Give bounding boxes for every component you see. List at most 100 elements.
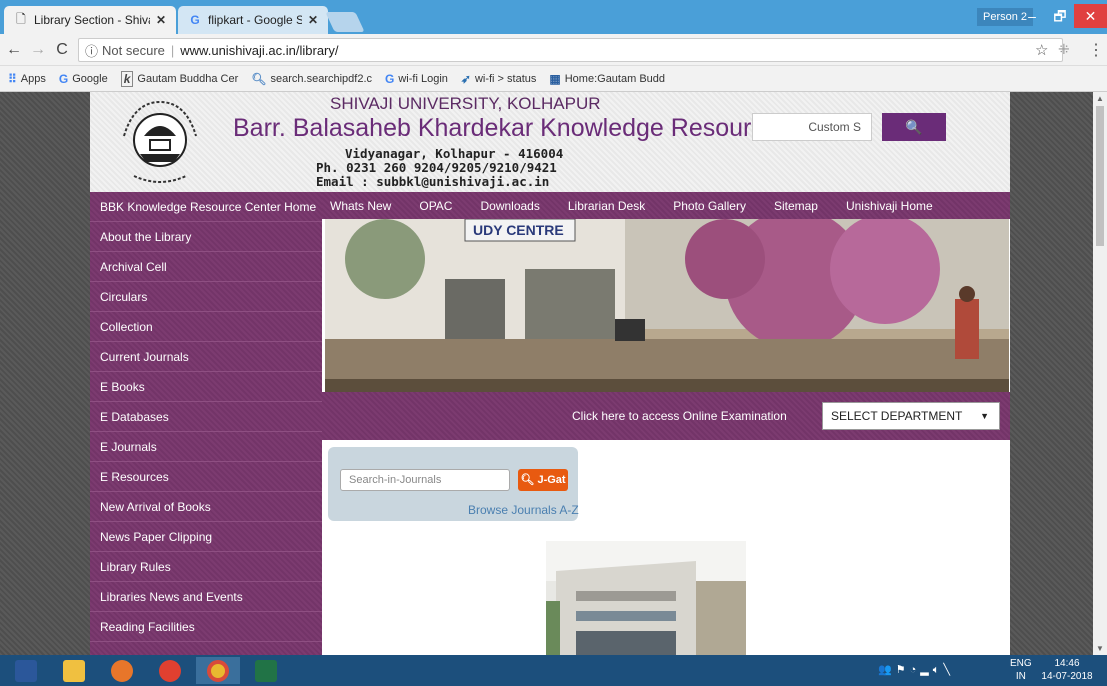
- bookmark-wifi-status[interactable]: ➶ wi-fi > status: [461, 72, 537, 86]
- close-icon[interactable]: ✕: [156, 13, 166, 27]
- taskbar-chrome[interactable]: [196, 657, 240, 684]
- taskbar-opera[interactable]: [148, 657, 192, 684]
- sidebar-item-archival-cell[interactable]: Archival Cell: [90, 252, 322, 282]
- sidebar-item-current-journals[interactable]: Current Journals: [90, 342, 322, 372]
- department-select-value: SELECT DEPARTMENT: [831, 409, 963, 423]
- sidebar-item-reading-facilities[interactable]: Reading Facilities: [90, 612, 322, 642]
- security-label: Not secure: [102, 42, 165, 58]
- browse-journals-link[interactable]: Browse Journals A-Z: [468, 503, 579, 517]
- people-icon[interactable]: 👥: [878, 664, 896, 676]
- jgate-button-label: J-Gat: [537, 474, 566, 486]
- jgate-search-box: Search-in-Journals 🔍︎ J-Gat Browse Journ…: [328, 447, 579, 521]
- tab-title: Library Section - Shivaji U: [34, 13, 150, 27]
- taskbar-excel[interactable]: [244, 657, 288, 684]
- sidebar-item-home[interactable]: BBK Knowledge Resource Center Home: [90, 192, 322, 222]
- info-icon[interactable]: ⓘ: [85, 41, 98, 60]
- taskbar-word[interactable]: [4, 657, 48, 684]
- taskbar-firefox[interactable]: [100, 657, 144, 684]
- back-arrow-icon[interactable]: ←: [4, 40, 24, 60]
- sidebar-item-new-arrivals[interactable]: New Arrival of Books: [90, 492, 322, 522]
- google-icon: G: [58, 71, 69, 86]
- sidebar-item-collection[interactable]: Collection: [90, 312, 322, 342]
- bookmark-apps[interactable]: ⠿ Apps: [8, 72, 46, 86]
- nav-sitemap[interactable]: Sitemap: [774, 199, 818, 213]
- folder-icon: [63, 659, 85, 682]
- flag-icon[interactable]: ⚑: [896, 664, 910, 676]
- new-tab-button[interactable]: [325, 12, 365, 32]
- url-text: www.unishivaji.ac.in/library/: [180, 42, 339, 58]
- sidebar-item-about[interactable]: About the Library: [90, 222, 322, 252]
- banner-sign-text: UDY CENTRE: [473, 222, 564, 238]
- nav-opac[interactable]: OPAC: [419, 199, 452, 213]
- nav-unishivaji-home[interactable]: Unishivaji Home: [846, 199, 933, 213]
- bookmark-label: wi-fi > status: [474, 72, 537, 85]
- journal-search-input[interactable]: Search-in-Journals: [340, 469, 510, 491]
- bird-icon: ➶: [460, 71, 471, 86]
- taskbar-file-explorer[interactable]: [52, 657, 96, 684]
- system-tray[interactable]: 👥⚑◔▂🔈︎╲: [878, 663, 954, 677]
- search-button[interactable]: 🔍: [882, 113, 946, 141]
- bookmark-wifi-login[interactable]: G wi-fi Login: [385, 72, 448, 86]
- signal-icon[interactable]: ▂: [920, 664, 932, 676]
- url-input[interactable]: ⓘ Not secure | www.unishivaji.ac.in/libr…: [78, 38, 1063, 62]
- restore-button[interactable]: 🗗: [1046, 4, 1074, 28]
- department-select[interactable]: SELECT DEPARTMENT ▼: [822, 402, 1000, 430]
- page-viewport: SHIVAJI UNIVERSITY, KOLHAPUR Barr. Balas…: [0, 92, 1093, 655]
- custom-search-input[interactable]: Custom S: [752, 113, 872, 141]
- bookmark-label: wi-fi Login: [398, 72, 448, 85]
- bookmark-home-gautam[interactable]: ▦ Home:Gautam Budd: [549, 72, 665, 86]
- exam-bar: Click here to access Online Examination …: [322, 392, 1010, 440]
- bookmark-searchipdf[interactable]: 🔍︎ search.searchipdf2.c: [251, 72, 372, 86]
- close-icon[interactable]: ✕: [308, 13, 318, 27]
- scroll-down-icon[interactable]: ▼: [1096, 644, 1104, 653]
- network-icon[interactable]: ╲: [943, 664, 954, 676]
- close-window-button[interactable]: ✕: [1074, 4, 1107, 28]
- banner-photo: UDY CENTRE: [325, 219, 1009, 392]
- sidebar-item-news-events[interactable]: Libraries News and Events: [90, 582, 322, 612]
- reload-icon[interactable]: C: [52, 40, 72, 60]
- menu-icon[interactable]: ⋮: [1088, 40, 1104, 60]
- scroll-up-icon[interactable]: ▲: [1096, 94, 1104, 103]
- minimize-button[interactable]: –: [1018, 4, 1046, 28]
- bookmark-label: search.searchipdf2.c: [270, 72, 373, 85]
- nav-photo-gallery[interactable]: Photo Gallery: [673, 199, 746, 213]
- browser-tab-strip: 🗋 Library Section - Shivaji U ✕ G flipka…: [0, 0, 1107, 34]
- clock[interactable]: 14:46 14-07-2018: [1040, 657, 1094, 683]
- language-indicator[interactable]: ENG IN: [1010, 657, 1032, 683]
- opera-icon: [159, 659, 181, 682]
- sidebar-item-e-resources[interactable]: E Resources: [90, 462, 322, 492]
- scrollbar-thumb[interactable]: [1096, 106, 1104, 246]
- online-exam-link[interactable]: Click here to access Online Examination …: [572, 409, 786, 423]
- nav-whats-new[interactable]: Whats New: [330, 199, 391, 213]
- tab-flipkart-search[interactable]: G flipkart - Google Search ✕: [178, 6, 328, 34]
- sidebar-item-e-books[interactable]: E Books: [90, 372, 322, 402]
- nav-downloads[interactable]: Downloads: [480, 199, 539, 213]
- volume-icon[interactable]: 🔈︎: [933, 664, 944, 676]
- sidebar-item-circulars[interactable]: Circulars: [90, 282, 322, 312]
- sidebar-item-e-databases[interactable]: E Databases: [90, 402, 322, 432]
- page-scrollbar[interactable]: ▲ ▼: [1093, 92, 1107, 655]
- bookmark-google[interactable]: G Google: [59, 72, 108, 86]
- site-icon: ▦: [549, 71, 561, 86]
- nav-librarian-desk[interactable]: Librarian Desk: [568, 199, 645, 213]
- clock-time: 14:46: [1054, 658, 1080, 669]
- search-icon: 🔍: [905, 119, 923, 135]
- chevron-down-icon: ▼: [980, 411, 989, 421]
- sidebar-item-newspaper-clipping[interactable]: News Paper Clipping: [90, 522, 322, 552]
- wifi-icon[interactable]: ◔: [910, 664, 921, 676]
- star-icon[interactable]: ☆: [1035, 41, 1048, 59]
- tab-library-section[interactable]: 🗋 Library Section - Shivaji U ✕: [4, 6, 176, 34]
- extension-icon[interactable]: ⁜: [1058, 41, 1070, 58]
- word-icon: [15, 659, 37, 682]
- forward-arrow-icon[interactable]: →: [28, 40, 48, 60]
- search-icon: 🔍︎: [251, 71, 267, 86]
- apps-grid-icon: ⠿: [8, 71, 17, 86]
- sidebar-item-library-rules[interactable]: Library Rules: [90, 552, 322, 582]
- firefox-icon: [111, 659, 133, 682]
- bookmark-gautam-buddha[interactable]: k Gautam Buddha Cer: [120, 70, 238, 87]
- top-nav: Whats New OPAC Downloads Librarian Desk …: [322, 192, 1010, 219]
- jgate-search-button[interactable]: 🔍︎ J-Gat: [518, 469, 568, 491]
- separator: |: [170, 42, 175, 58]
- sidebar-item-e-journals[interactable]: E Journals: [90, 432, 322, 462]
- email-line: Email : subbkl@unishivaji.ac.in: [316, 174, 550, 189]
